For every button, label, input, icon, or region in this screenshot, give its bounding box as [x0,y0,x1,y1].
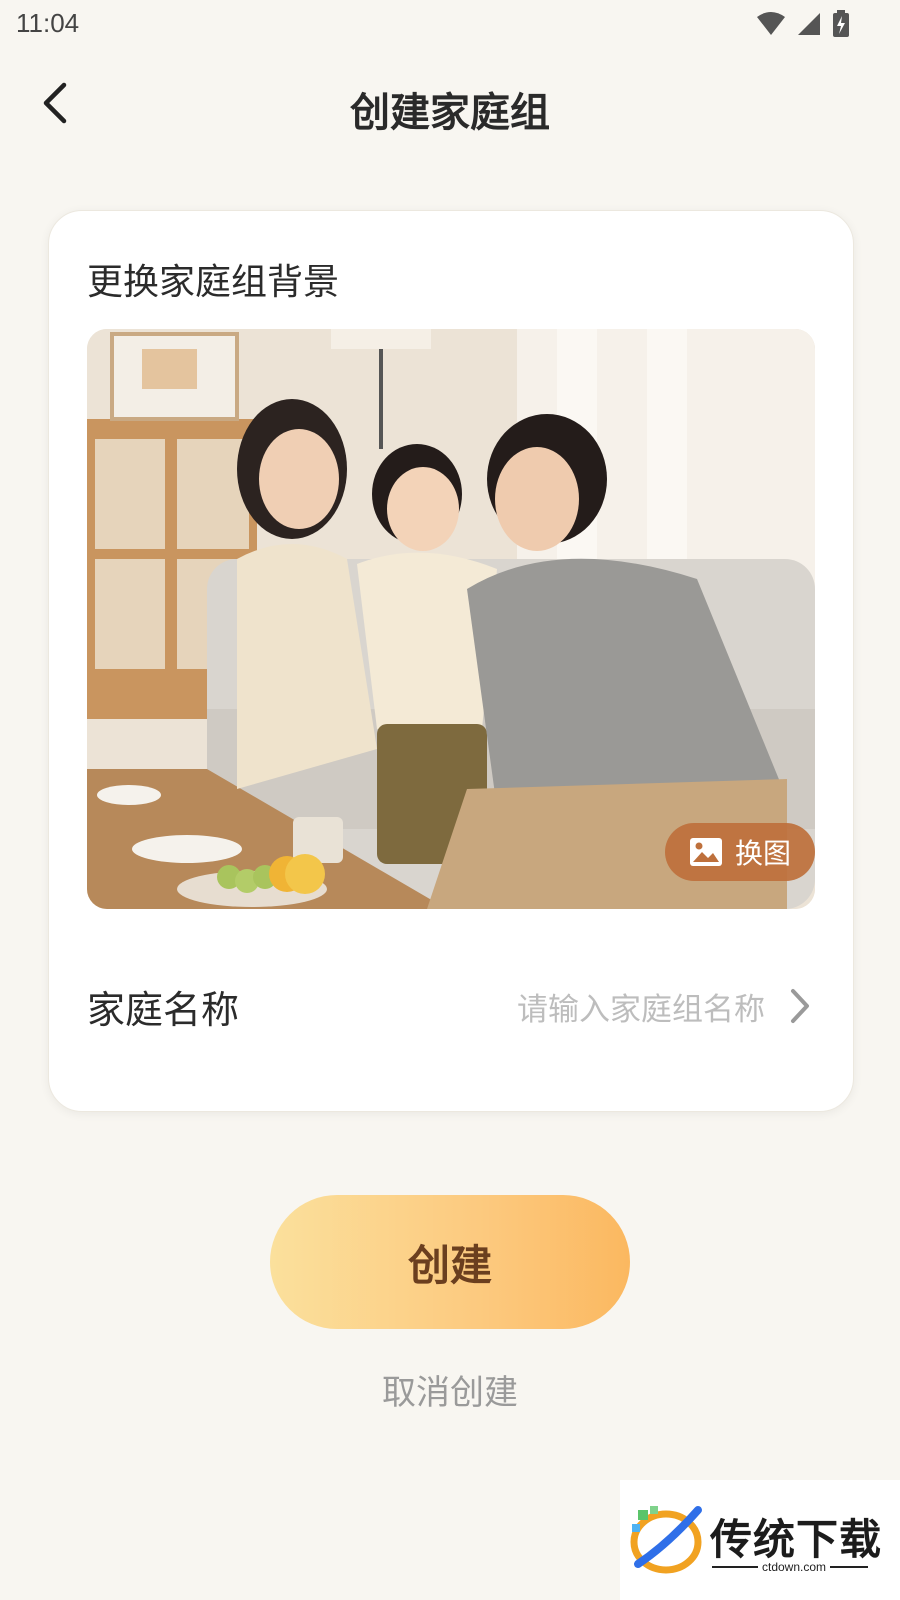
chevron-right-icon [785,986,815,1026]
status-bar: 11:04 [0,0,900,48]
change-image-label: 换图 [734,837,791,870]
create-button[interactable]: 创建 [270,1195,630,1329]
watermark-logo-icon [628,1504,704,1580]
battery-charging-icon [832,10,850,42]
wifi-icon [756,11,786,41]
header: 创建家庭组 [0,60,900,150]
signal-icon [796,11,822,41]
background-section-title: 更换家庭组背景 [87,262,340,303]
family-name-input[interactable]: 请输入家庭组名称 [517,984,765,1029]
status-time: 11:04 [16,8,80,38]
family-name-row[interactable]: 家庭名称 请输入家庭组名称 [87,971,815,1041]
page-title: 创建家庭组 [350,90,550,136]
family-name-label: 家庭名称 [87,987,240,1032]
cancel-create-link[interactable]: 取消创建 [0,1365,900,1414]
change-image-button[interactable]: 换图 [665,823,815,881]
watermark-title: 传统下载 [710,1515,883,1564]
watermark-url: ctdown.com [758,1560,831,1574]
create-family-card: 更换家庭组背景 换图 家庭名称 请输入家庭组名称 [48,210,854,1112]
watermark: 传统下载 ctdown.com [620,1480,900,1600]
status-icons [756,10,850,42]
family-background-image: 换图 [87,329,815,909]
image-icon [689,837,723,867]
